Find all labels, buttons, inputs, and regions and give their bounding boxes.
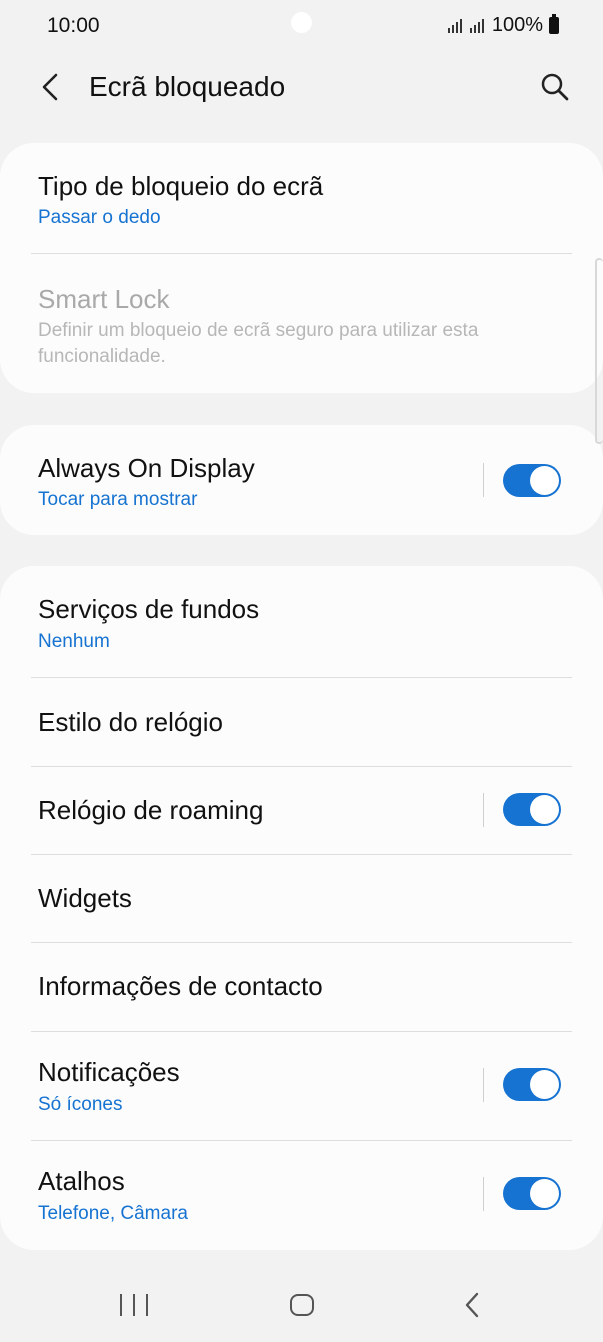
nav-back-icon[interactable] (460, 1290, 484, 1320)
notifications-item[interactable]: Notificações Só ícones (0, 1032, 603, 1140)
always-on-display-item[interactable]: Always On Display Tocar para mostrar (0, 425, 603, 535)
page-title: Ecrã bloqueado (89, 71, 286, 102)
notifications-value: Só ícones (38, 1094, 123, 1115)
status-time: 10:00 (47, 14, 100, 37)
smart-lock-item: Smart Lock Definir um bloqueio de ecrã s… (0, 254, 603, 393)
signal-icon (469, 18, 484, 33)
shortcuts-item[interactable]: Atalhos Telefone, Câmara (0, 1141, 603, 1250)
screen-lock-type-item[interactable]: Tipo de bloqueio do ecrã Passar o dedo (0, 143, 603, 253)
toggle-knob (530, 466, 559, 495)
shortcuts-toggle[interactable] (503, 1177, 561, 1210)
back-button[interactable] (30, 65, 70, 109)
toggle-knob (530, 795, 559, 824)
smart-lock-description: Definir um bloqueio de ecrã seguro para … (38, 320, 479, 367)
shortcuts-value: Telefone, Câmara (38, 1203, 188, 1224)
lock-screen-settings-card: Serviços de fundos Nenhum Estilo do reló… (0, 566, 603, 1250)
signal-icon (447, 18, 462, 33)
widgets-label: Widgets (38, 883, 132, 913)
wallpaper-services-label: Serviços de fundos (38, 594, 260, 624)
screen-lock-type-label: Tipo de bloqueio do ecrã (38, 171, 324, 201)
always-on-display-label: Always On Display (38, 453, 255, 483)
separator (483, 793, 484, 827)
roaming-clock-toggle[interactable] (503, 793, 561, 826)
shortcuts-label: Atalhos (38, 1166, 125, 1196)
status-bar: 10:00 100% (0, 0, 603, 52)
clock-style-label: Estilo do relógio (38, 707, 223, 737)
battery-icon (549, 14, 559, 34)
widgets-item[interactable]: Widgets (0, 855, 603, 942)
front-camera (291, 12, 312, 33)
lock-type-card: Tipo de bloqueio do ecrã Passar o dedo S… (0, 143, 603, 393)
notifications-toggle[interactable] (503, 1068, 561, 1101)
clock-style-item[interactable]: Estilo do relógio (0, 678, 603, 766)
separator (483, 463, 484, 497)
home-icon[interactable] (290, 1294, 314, 1316)
always-on-display-sub: Tocar para mostrar (38, 489, 198, 510)
roaming-clock-item[interactable]: Relógio de roaming (0, 767, 603, 854)
app-header: Ecrã bloqueado (0, 55, 603, 121)
always-on-display-toggle[interactable] (503, 464, 561, 497)
separator (483, 1177, 484, 1211)
recents-icon[interactable] (120, 1294, 148, 1318)
search-icon (541, 73, 569, 101)
toggle-knob (530, 1070, 559, 1099)
status-icons: 100% (447, 14, 559, 37)
contact-info-item[interactable]: Informações de contacto (0, 943, 603, 1031)
screen-lock-type-value: Passar o dedo (38, 207, 161, 228)
contact-info-label: Informações de contacto (38, 971, 323, 1001)
scrollbar[interactable] (595, 258, 603, 444)
search-button[interactable] (533, 65, 577, 109)
battery-percent: 100% (491, 14, 543, 36)
notifications-label: Notificações (38, 1057, 180, 1087)
smart-lock-label: Smart Lock (38, 284, 170, 314)
always-on-display-card: Always On Display Tocar para mostrar (0, 425, 603, 535)
wallpaper-services-item[interactable]: Serviços de fundos Nenhum (0, 566, 603, 677)
wallpaper-services-value: Nenhum (38, 631, 110, 652)
separator (483, 1068, 484, 1102)
navigation-bar (0, 1270, 603, 1342)
toggle-knob (530, 1179, 559, 1208)
back-arrow-icon (42, 73, 58, 101)
roaming-clock-label: Relógio de roaming (38, 795, 264, 825)
